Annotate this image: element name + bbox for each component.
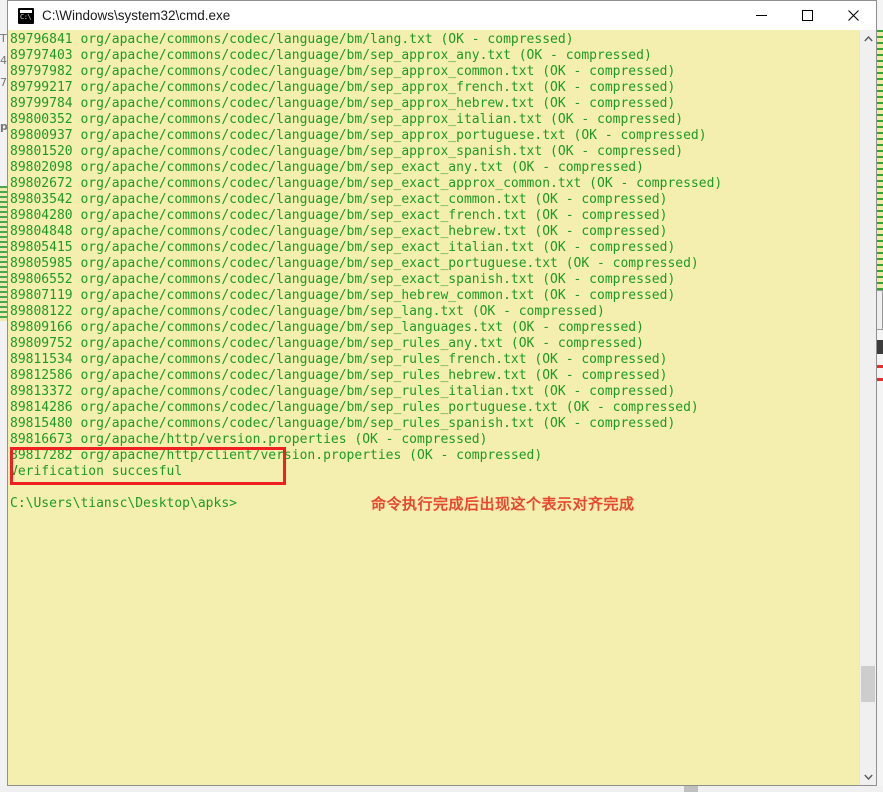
console-line: 89809166 org/apache/commons/codec/langua… [10, 320, 644, 335]
console-line: 89801520 org/apache/commons/codec/langua… [10, 144, 684, 159]
maximize-button[interactable] [784, 1, 830, 30]
console-line: 89809752 org/apache/commons/codec/langua… [10, 336, 644, 351]
console-line: 89808122 org/apache/commons/codec/langua… [10, 304, 605, 319]
console-line: 89804848 org/apache/commons/codec/langua… [10, 224, 668, 239]
console-line: 89800937 org/apache/commons/codec/langua… [10, 128, 707, 143]
console-line: 89805415 org/apache/commons/codec/langua… [10, 240, 676, 255]
scrollbar-thumb[interactable] [861, 666, 875, 702]
console-line: 89804280 org/apache/commons/codec/langua… [10, 208, 668, 223]
close-button[interactable] [830, 1, 876, 30]
console-line: 89815480 org/apache/commons/codec/langua… [10, 416, 676, 431]
window-controls [738, 1, 876, 30]
vertical-scrollbar[interactable] [859, 30, 876, 785]
minimize-button[interactable] [738, 1, 784, 30]
background-bottom-strip [0, 786, 883, 792]
console-line: 89799217 org/apache/commons/codec/langua… [10, 80, 676, 95]
console-line: 89797982 org/apache/commons/codec/langua… [10, 64, 676, 79]
chevron-down-icon[interactable] [860, 768, 876, 785]
console-line: 89817282 org/apache/http/client/version.… [10, 448, 543, 463]
titlebar[interactable]: C:\Windows\system32\cmd.exe [8, 1, 876, 30]
console-line: 89814286 org/apache/commons/codec/langua… [10, 400, 699, 415]
console-line-list: 89796841 org/apache/commons/codec/langua… [10, 32, 859, 512]
chinese-annotation-text: 命令执行完成后出现这个表示对齐完成 [371, 495, 635, 513]
chevron-up-icon[interactable] [860, 30, 876, 47]
console-line: 89799784 org/apache/commons/codec/langua… [10, 96, 676, 111]
console-line: 89807119 org/apache/commons/codec/langua… [10, 288, 676, 303]
console-line: 89812586 org/apache/commons/codec/langua… [10, 368, 668, 383]
console-line: 89802098 org/apache/commons/codec/langua… [10, 160, 644, 175]
cmd-window: C:\Windows\system32\cmd.exe [7, 0, 877, 786]
console-output[interactable]: 89796841 org/apache/commons/codec/langua… [8, 30, 859, 785]
console-line: 89806552 org/apache/commons/codec/langua… [10, 272, 676, 287]
console-line: 89803542 org/apache/commons/codec/langua… [10, 192, 668, 207]
console-area: 89796841 org/apache/commons/codec/langua… [8, 30, 876, 785]
console-line: 89797403 org/apache/commons/codec/langua… [10, 48, 652, 63]
console-line: 89796841 org/apache/commons/codec/langua… [10, 32, 574, 47]
console-line: Verification succesful [10, 464, 183, 479]
window-title: C:\Windows\system32\cmd.exe [42, 8, 231, 23]
console-line: 89813372 org/apache/commons/codec/langua… [10, 384, 676, 399]
cmd-console-icon [18, 7, 34, 24]
console-line: 89811534 org/apache/commons/codec/langua… [10, 352, 668, 367]
background-right-dark-sliver [876, 340, 883, 354]
console-line: 89802672 org/apache/commons/codec/langua… [10, 176, 723, 191]
console-line: 89800352 org/apache/commons/codec/langua… [10, 112, 684, 127]
console-line: 89816673 org/apache/http/version.propert… [10, 432, 488, 447]
console-line: 89805985 org/apache/commons/codec/langua… [10, 256, 699, 271]
